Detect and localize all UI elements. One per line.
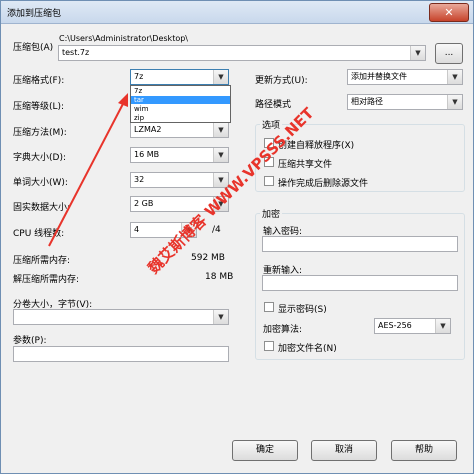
annotation-arrow <box>48 93 128 247</box>
arrow-shaft <box>48 99 126 247</box>
add-to-archive-dialog: 添加到压缩包 ✕ 压缩包(A) C:\Users\Administrator\D… <box>0 0 474 474</box>
arrow-head <box>118 93 128 107</box>
